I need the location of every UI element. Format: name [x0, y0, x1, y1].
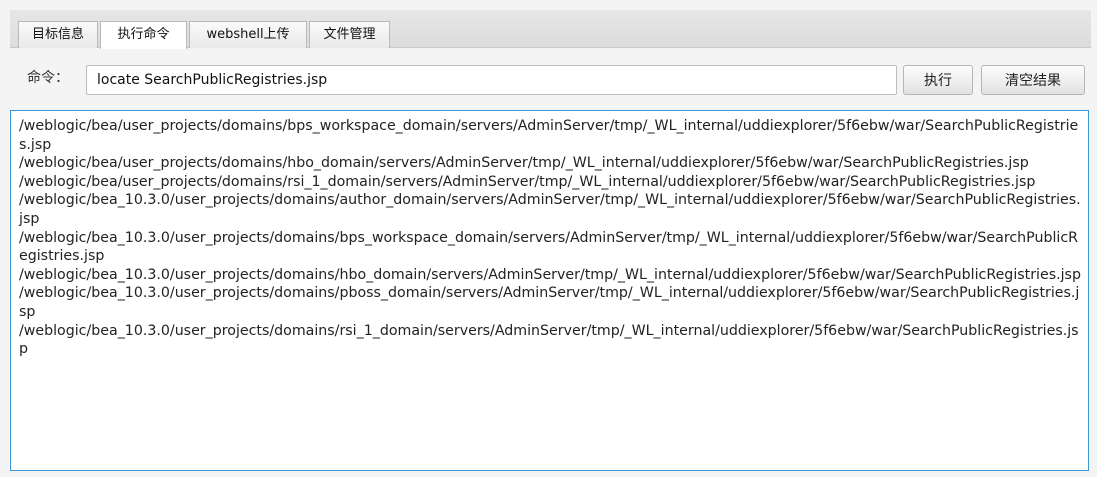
result-line: /weblogic/bea_10.3.0/user_projects/domai…	[19, 229, 1078, 265]
tab-webshell-upload[interactable]: webshell上传	[189, 21, 307, 48]
clear-results-button[interactable]: 清空结果	[981, 65, 1085, 95]
execute-button[interactable]: 执行	[903, 65, 973, 95]
tab-file-management[interactable]: 文件管理	[309, 21, 390, 48]
command-label: 命令：	[27, 70, 69, 86]
result-line: /weblogic/bea_10.3.0/user_projects/domai…	[19, 322, 1079, 358]
tab-target-info[interactable]: 目标信息	[18, 21, 98, 48]
result-line: /weblogic/bea/user_projects/domains/rsi_…	[19, 173, 1036, 190]
tab-execute-command[interactable]: 执行命令	[100, 21, 187, 49]
result-line: /weblogic/bea/user_projects/domains/bps_…	[19, 118, 1079, 153]
tab-bar: 目标信息 执行命令 webshell上传 文件管理	[10, 10, 1091, 49]
result-output[interactable]: /weblogic/bea/user_projects/domains/bps_…	[10, 110, 1089, 471]
result-line: /weblogic/bea/user_projects/domains/hbo_…	[19, 155, 1029, 172]
result-line: /weblogic/bea_10.3.0/user_projects/domai…	[19, 192, 1081, 227]
result-line: /weblogic/bea_10.3.0/user_projects/domai…	[19, 285, 1080, 320]
result-line: /weblogic/bea_10.3.0/user_projects/domai…	[19, 266, 1081, 283]
command-input[interactable]	[86, 65, 897, 95]
command-row: 命令： 执行 清空结果	[10, 56, 1091, 100]
